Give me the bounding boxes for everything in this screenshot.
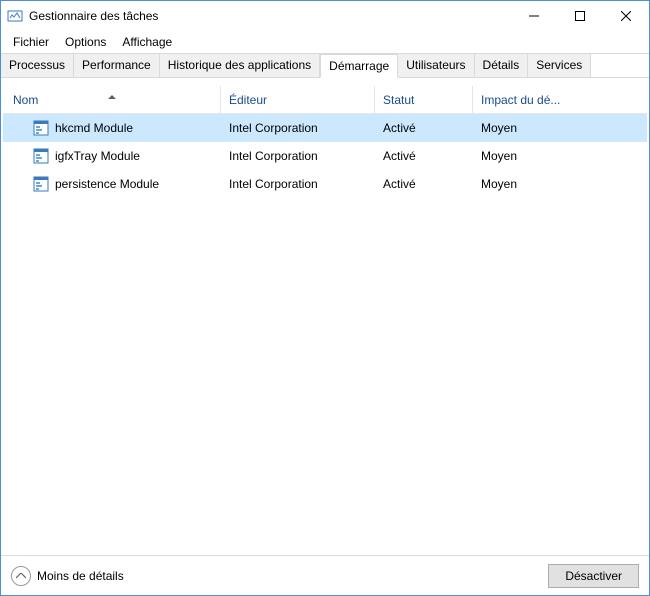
close-button[interactable] [603, 1, 649, 31]
cell-statut: Activé [375, 173, 473, 195]
details-toggle[interactable]: Moins de détails [11, 566, 124, 586]
tab-détails[interactable]: Détails [475, 54, 529, 77]
cell-nom: igfxTray Module [3, 144, 221, 168]
column-header-nom[interactable]: Nom [3, 86, 221, 113]
menu-fichier[interactable]: Fichier [5, 33, 57, 51]
window-title: Gestionnaire des tâches [29, 9, 511, 23]
tab-processus[interactable]: Processus [1, 54, 74, 77]
program-icon [33, 120, 49, 136]
column-label-impact: Impact du dé... [481, 93, 560, 107]
program-icon [33, 148, 49, 164]
cell-nom: hkcmd Module [3, 116, 221, 140]
column-label-editeur: Éditeur [229, 93, 267, 107]
cell-impact: Moyen [473, 117, 565, 139]
cell-editeur: Intel Corporation [221, 173, 375, 195]
tab-historique-des-applications[interactable]: Historique des applications [160, 54, 320, 77]
table-header: Nom Éditeur Statut Impact du dé... [3, 86, 647, 114]
tab-utilisateurs[interactable]: Utilisateurs [398, 54, 474, 77]
column-header-impact[interactable]: Impact du dé... [473, 86, 565, 113]
column-label-nom: Nom [13, 93, 38, 107]
column-header-editeur[interactable]: Éditeur [221, 86, 375, 113]
cell-statut: Activé [375, 145, 473, 167]
table-row[interactable]: persistence Module Intel CorporationActiv… [3, 170, 647, 198]
cell-impact: Moyen [473, 145, 565, 167]
cell-statut: Activé [375, 117, 473, 139]
footer: Moins de détails Désactiver [1, 555, 649, 595]
task-manager-window: Gestionnaire des tâches Fichier Options … [0, 0, 650, 596]
tabbar: ProcessusPerformanceHistorique des appli… [1, 53, 649, 78]
content-area: Nom Éditeur Statut Impact du dé... hkcmd… [1, 78, 649, 555]
cell-editeur: Intel Corporation [221, 117, 375, 139]
details-toggle-label: Moins de détails [37, 569, 124, 583]
cell-nom-text: persistence Module [55, 177, 159, 191]
minimize-button[interactable] [511, 1, 557, 31]
sort-ascending-icon [108, 88, 116, 102]
tab-services[interactable]: Services [528, 54, 591, 77]
cell-nom-text: hkcmd Module [55, 121, 133, 135]
table-row[interactable]: hkcmd Module Intel CorporationActivéMoyen [3, 114, 647, 142]
menu-options[interactable]: Options [57, 33, 114, 51]
cell-impact: Moyen [473, 173, 565, 195]
app-icon [7, 8, 23, 24]
chevron-up-icon [11, 566, 31, 586]
menubar: Fichier Options Affichage [1, 31, 649, 53]
titlebar: Gestionnaire des tâches [1, 1, 649, 31]
table-rows: hkcmd ModuleIntel CorporationActivéMoyen… [3, 114, 647, 553]
tab-performance[interactable]: Performance [74, 54, 160, 77]
menu-affichage[interactable]: Affichage [114, 33, 180, 51]
program-icon [33, 176, 49, 192]
cell-nom: persistence Module [3, 172, 221, 196]
disable-button[interactable]: Désactiver [548, 564, 639, 588]
table-row[interactable]: igfxTray Module Intel CorporationActivéMo… [3, 142, 647, 170]
column-label-statut: Statut [383, 93, 414, 107]
tab-démarrage[interactable]: Démarrage [320, 54, 398, 78]
cell-editeur: Intel Corporation [221, 145, 375, 167]
maximize-button[interactable] [557, 1, 603, 31]
column-header-statut[interactable]: Statut [375, 86, 473, 113]
cell-nom-text: igfxTray Module [55, 149, 140, 163]
